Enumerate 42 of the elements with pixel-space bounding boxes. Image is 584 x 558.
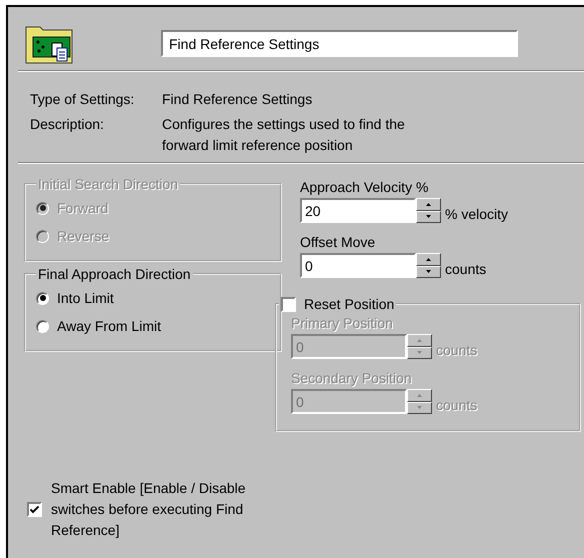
- up-arrow-icon: [426, 258, 431, 261]
- checkbox-label: Reset Position: [304, 296, 394, 312]
- radio-option[interactable]: Into Limit: [36, 284, 270, 312]
- info-value: Configures the settings used to find the forward limit reference position: [162, 115, 406, 155]
- down-arrow-icon: [426, 270, 431, 274]
- spin-up-button[interactable]: [416, 253, 441, 266]
- field-label: Offset Move: [300, 233, 376, 252]
- check-icon: [30, 506, 39, 514]
- radio-option[interactable]: Away From Limit: [36, 312, 270, 340]
- info-label: Description:: [30, 115, 105, 134]
- unit-label: counts: [436, 396, 478, 414]
- number-field[interactable]: 20: [300, 198, 416, 223]
- down-arrow-icon: [426, 215, 431, 218]
- unit-label: % velocity: [445, 205, 508, 223]
- checkbox[interactable]: [281, 296, 296, 312]
- field-label: Approach Velocity %: [300, 178, 430, 197]
- checkbox-label: Smart Enable [Enable / Disable switches before executing Find Reference]: [51, 479, 247, 540]
- field-label: Secondary Position: [291, 369, 413, 388]
- down-arrow-icon: [417, 351, 422, 354]
- checkbox[interactable]: [27, 502, 42, 517]
- spin-down-button[interactable]: [407, 402, 432, 414]
- radio-button[interactable]: [36, 292, 49, 304]
- spin-up-button[interactable]: [407, 389, 432, 402]
- spin-down-button[interactable]: [407, 346, 432, 359]
- spin-up-button[interactable]: [416, 198, 441, 210]
- spin-down-button[interactable]: [416, 266, 441, 278]
- unit-label: counts: [445, 260, 486, 278]
- up-arrow-icon: [417, 394, 422, 397]
- field-label: Primary Position: [291, 314, 394, 333]
- up-arrow-icon: [426, 202, 431, 206]
- unit-label: counts: [436, 341, 478, 359]
- name-field[interactable]: Find Reference Settings: [161, 30, 518, 57]
- group-title: Initial Search Direction: [37, 176, 180, 192]
- group-title: Final Approach Direction: [37, 266, 192, 282]
- radio-button[interactable]: [36, 320, 49, 332]
- spin-up-button[interactable]: [407, 334, 432, 346]
- down-arrow-icon: [417, 406, 422, 410]
- up-arrow-icon: [417, 338, 422, 342]
- info-value: Find Reference Settings: [162, 90, 314, 109]
- spin-down-button[interactable]: [416, 210, 441, 223]
- info-label: Type of Settings:: [30, 90, 136, 109]
- number-field[interactable]: 0: [300, 253, 416, 278]
